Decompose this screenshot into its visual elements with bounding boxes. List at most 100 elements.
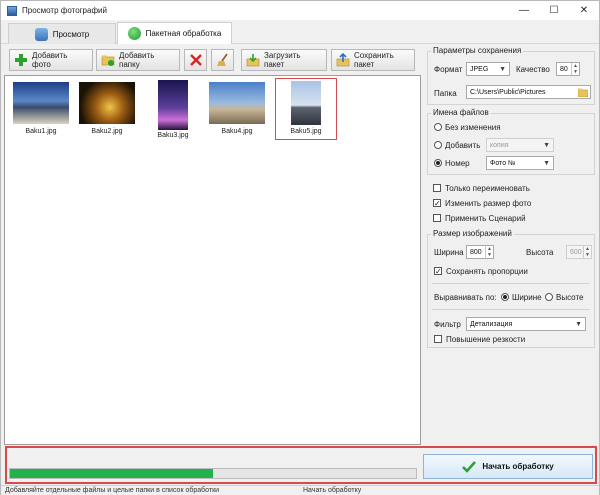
align-height-label: Высоте xyxy=(556,293,584,302)
no-change-radio[interactable] xyxy=(434,123,442,131)
photo-thumbnail-selected[interactable]: Baku5.jpg xyxy=(275,78,337,140)
photo-thumbnail[interactable]: Baku4.jpg xyxy=(207,80,267,140)
toolbar: Добавить фото Добавить папку Загрузить п… xyxy=(3,45,417,75)
add-radio[interactable] xyxy=(434,141,442,149)
photo-image xyxy=(158,80,188,130)
filter-value: Детализация xyxy=(470,320,513,328)
maximize-button[interactable]: ☐ xyxy=(539,1,569,20)
delete-icon xyxy=(189,54,202,66)
align-width-radio[interactable] xyxy=(501,293,509,301)
format-value: JPEG xyxy=(470,65,489,73)
load-batch-label: Загрузить пакет xyxy=(264,51,301,69)
delete-button[interactable] xyxy=(184,49,207,71)
image-size-group: Размер изображений Ширина 800 ▲ ▼ Высота … xyxy=(427,229,595,348)
clear-button[interactable] xyxy=(211,49,234,71)
number-radio[interactable] xyxy=(434,159,442,167)
tab-view-label: Просмотр xyxy=(52,29,90,39)
height-input[interactable]: 600 ▲ ▼ xyxy=(566,245,592,259)
photo-image xyxy=(13,82,69,124)
checkmark-icon xyxy=(462,460,477,473)
tab-view[interactable]: Просмотр xyxy=(8,23,116,44)
chevron-down-icon: ▼ xyxy=(575,321,582,328)
photo-list[interactable]: Baku1.jpg Baku2.jpg Baku3.jpg Baku4.jpg … xyxy=(4,75,421,445)
add-folder-icon xyxy=(101,55,115,66)
status-hint: Добавляйте отдельные файлы и целые папки… xyxy=(5,487,220,494)
chevron-down-icon: ▼ xyxy=(499,66,506,73)
width-value: 800 xyxy=(470,248,482,256)
photo-caption: Baku2.jpg xyxy=(91,128,123,135)
align-height-radio[interactable] xyxy=(545,293,553,301)
number-template-value: Фото № xyxy=(490,159,516,167)
photo-thumbnail[interactable]: Baku3.jpg xyxy=(143,80,203,140)
number-label: Номер xyxy=(445,159,470,168)
image-size-title: Размер изображений xyxy=(431,229,514,238)
file-names-title: Имена файлов xyxy=(431,108,491,117)
status-bar: Добавляйте отдельные файлы и целые папки… xyxy=(1,485,599,495)
tab-batch-label: Пакетная обработка xyxy=(145,29,222,38)
keep-ratio-label: Сохранять пропорции xyxy=(446,267,528,276)
photo-thumbnail[interactable]: Baku1.jpg xyxy=(11,80,71,140)
folder-label: Папка xyxy=(434,89,457,98)
width-spinner[interactable]: ▲ ▼ xyxy=(485,246,493,258)
height-value: 600 xyxy=(570,248,582,256)
quality-input[interactable]: 80 ▲ ▼ xyxy=(556,62,580,76)
tab-batch[interactable]: Пакетная обработка xyxy=(117,22,232,44)
photo-caption: Baku3.jpg xyxy=(157,132,189,139)
photo-thumbnail[interactable]: Baku2.jpg xyxy=(77,80,137,140)
number-template-select[interactable]: Фото № ▼ xyxy=(486,156,554,170)
load-batch-icon xyxy=(246,54,260,67)
load-batch-button[interactable]: Загрузить пакет xyxy=(241,49,327,71)
progress-fill xyxy=(10,469,213,478)
add-folder-button[interactable]: Добавить папку xyxy=(96,49,180,71)
width-input[interactable]: 800 ▲ ▼ xyxy=(466,245,494,259)
main-window: Просмотр фотографий — ☐ ✕ Просмотр Пакет… xyxy=(0,0,600,495)
broom-icon xyxy=(216,53,228,66)
save-batch-button[interactable]: Сохранить пакет xyxy=(331,49,415,71)
minimize-button[interactable]: — xyxy=(509,1,539,20)
sharpen-checkbox[interactable] xyxy=(434,335,442,343)
save-batch-label: Сохранить пакет xyxy=(354,51,394,69)
photo-icon xyxy=(34,27,48,41)
apply-script-label: Применить Сценарий xyxy=(445,214,526,223)
progress-bar xyxy=(9,468,417,479)
settings-panel: Параметры сохранения Формат JPEG ▼ Качес… xyxy=(421,45,599,445)
filter-select[interactable]: Детализация ▼ xyxy=(466,317,586,331)
filter-label: Фильтр xyxy=(434,320,461,329)
start-processing-button[interactable]: Начать обработку xyxy=(423,454,593,479)
start-processing-label: Начать обработку xyxy=(482,462,554,471)
add-suffix-select[interactable]: копия ▼ xyxy=(486,138,554,152)
folder-icon[interactable] xyxy=(578,88,588,97)
photo-image xyxy=(291,81,321,125)
quality-spinner[interactable]: ▲ ▼ xyxy=(571,63,579,75)
add-folder-label: Добавить папку xyxy=(119,51,155,69)
add-photo-label: Добавить фото xyxy=(32,51,68,69)
resize-label: Изменить размер фото xyxy=(445,199,532,208)
save-batch-icon xyxy=(336,53,350,67)
divider xyxy=(432,283,590,284)
close-button[interactable]: ✕ xyxy=(569,1,599,20)
align-width-label: Ширине xyxy=(512,293,542,302)
resize-checkbox[interactable]: ✓ xyxy=(433,199,441,208)
height-label: Высота xyxy=(526,248,554,257)
window-title: Просмотр фотографий xyxy=(22,6,107,15)
divider xyxy=(432,309,590,310)
apply-script-checkbox[interactable] xyxy=(433,214,441,222)
tab-bar: Просмотр Пакетная обработка xyxy=(1,21,599,44)
height-spinner[interactable]: ▲ ▼ xyxy=(583,246,591,258)
align-label: Выравнивать по: xyxy=(434,293,497,302)
photo-caption: Baku4.jpg xyxy=(221,128,253,135)
save-params-group: Параметры сохранения Формат JPEG ▼ Качес… xyxy=(427,46,595,105)
file-names-group: Имена файлов Без изменения Добавить копи… xyxy=(427,108,595,175)
format-select[interactable]: JPEG ▼ xyxy=(466,62,510,76)
photo-caption: Baku1.jpg xyxy=(25,128,57,135)
status-action: Начать обработку xyxy=(303,487,362,494)
rename-only-checkbox[interactable] xyxy=(433,184,441,192)
processing-area: Начать обработку xyxy=(5,446,597,484)
keep-ratio-checkbox[interactable]: ✓ xyxy=(434,267,442,276)
width-label: Ширина xyxy=(434,248,464,257)
rename-only-label: Только переименовать xyxy=(445,184,530,193)
add-photo-button[interactable]: Добавить фото xyxy=(9,49,93,71)
add-suffix-value: копия xyxy=(490,141,509,149)
no-change-label: Без изменения xyxy=(445,123,501,132)
folder-input[interactable]: C:\Users\Public\Pictures xyxy=(466,85,591,99)
